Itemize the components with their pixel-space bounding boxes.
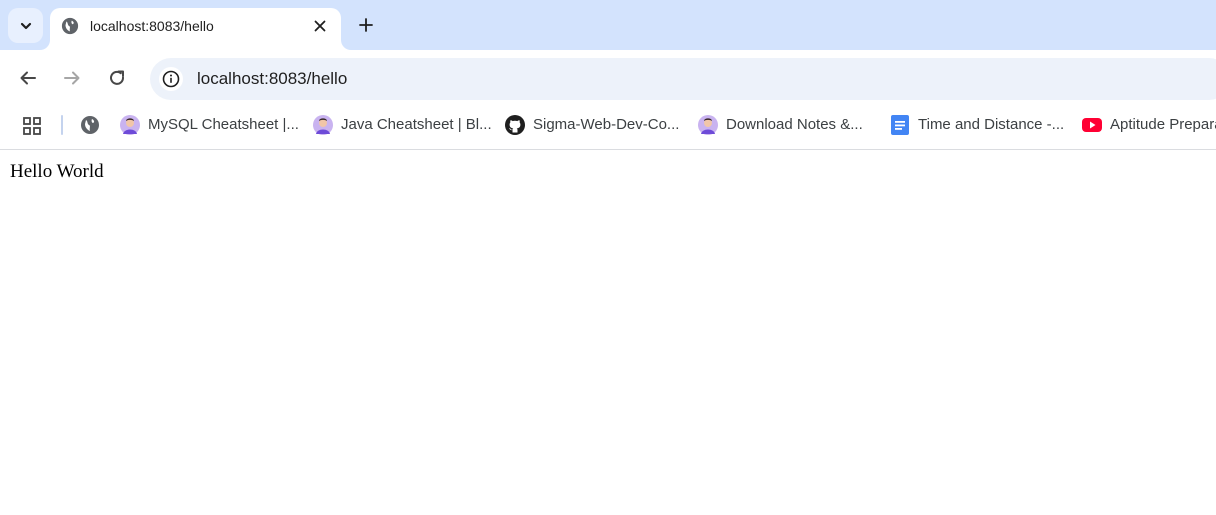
page-content: Hello World [0,151,1216,515]
avatar-icon [120,115,140,135]
bookmark-item[interactable]: Sigma-Web-Dev-Co... [505,113,679,137]
plus-icon [359,18,373,32]
bookmark-item[interactable]: Time and Distance -... [890,113,1064,137]
bookmarks-bar: MySQL Cheatsheet |... Java Cheatsheet | … [0,106,1216,150]
globe-icon [61,17,79,35]
bookmark-item[interactable]: MySQL Cheatsheet |... [120,113,299,137]
reload-button[interactable] [101,62,133,94]
avatar-icon [698,115,718,135]
apps-grid-icon[interactable] [22,116,42,136]
page-text: Hello World [10,161,104,182]
bookmark-label: MySQL Cheatsheet |... [148,116,299,133]
bookmark-label: Java Cheatsheet | Bl... [341,116,492,133]
bookmark-item[interactable]: Aptitude Prepara [1082,113,1216,137]
active-tab[interactable]: localhost:8083/hello [50,8,341,50]
bookmark-label: Aptitude Prepara [1110,116,1216,133]
globe-icon[interactable] [80,115,100,135]
tab-close-button[interactable] [308,14,332,38]
site-info-button[interactable] [159,67,183,91]
bookmark-item[interactable]: Download Notes &... [698,113,863,137]
bookmark-label: Time and Distance -... [918,116,1065,133]
bookmarks-separator [61,115,63,135]
chevron-down-icon [20,22,31,29]
toolbar: localhost:8083/hello [0,50,1216,106]
reload-icon [110,70,125,85]
google-docs-icon [891,115,909,135]
new-tab-button[interactable] [352,11,380,39]
arrow-left-icon [20,71,36,85]
close-icon [314,20,326,32]
avatar-icon [313,115,333,135]
back-button[interactable] [12,62,44,94]
address-bar[interactable]: localhost:8083/hello [150,58,1216,100]
arrow-right-icon [64,71,80,85]
url-text[interactable]: localhost:8083/hello [197,69,347,89]
info-icon [162,70,180,88]
bookmark-item[interactable]: Java Cheatsheet | Bl... [313,113,492,137]
forward-button[interactable] [56,62,88,94]
tab-search-button[interactable] [8,8,43,43]
tab-strip: localhost:8083/hello [0,0,1216,50]
bookmark-label: Sigma-Web-Dev-Co... [533,116,680,133]
tab-title: localhost:8083/hello [90,18,214,34]
bookmark-label: Download Notes &... [726,116,863,133]
github-icon [505,115,525,135]
youtube-icon [1082,118,1102,132]
